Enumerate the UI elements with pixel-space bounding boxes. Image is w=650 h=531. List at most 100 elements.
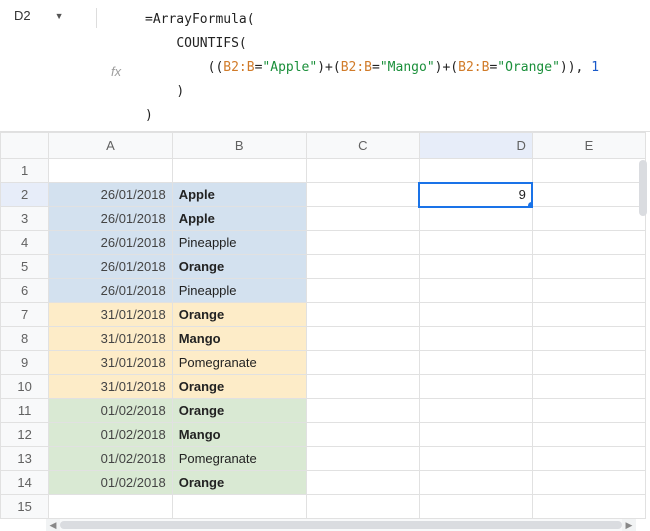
cell[interactable] — [532, 159, 645, 183]
cell[interactable] — [419, 447, 532, 471]
row-header[interactable]: 3 — [1, 207, 49, 231]
cell[interactable]: 01/02/2018 — [49, 471, 173, 495]
cell[interactable] — [419, 255, 532, 279]
cell[interactable]: 31/01/2018 — [49, 327, 173, 351]
cell[interactable] — [419, 303, 532, 327]
scroll-left-icon[interactable]: ◀ — [46, 519, 60, 531]
formula-input[interactable]: fx =ArrayFormula( COUNTIFS( ((B2:B="Appl… — [97, 4, 650, 128]
cell[interactable] — [532, 351, 645, 375]
cell[interactable] — [419, 159, 532, 183]
cell[interactable] — [306, 447, 419, 471]
cell[interactable] — [532, 423, 645, 447]
horizontal-scrollbar[interactable]: ◀ ▶ — [46, 519, 636, 531]
cell[interactable] — [306, 255, 419, 279]
cell[interactable] — [306, 231, 419, 255]
cell[interactable] — [419, 399, 532, 423]
cell[interactable]: Pomegranate — [172, 447, 306, 471]
scroll-thumb[interactable] — [639, 160, 647, 216]
cell[interactable] — [172, 159, 306, 183]
cell[interactable] — [532, 255, 645, 279]
cell[interactable]: 26/01/2018 — [49, 279, 173, 303]
col-header-A[interactable]: A — [49, 133, 173, 159]
row-header[interactable]: 5 — [1, 255, 49, 279]
cell[interactable] — [306, 351, 419, 375]
cell[interactable]: Orange — [172, 303, 306, 327]
col-header-E[interactable]: E — [532, 133, 645, 159]
cell[interactable]: Orange — [172, 399, 306, 423]
cell[interactable] — [419, 207, 532, 231]
cell[interactable]: 31/01/2018 — [49, 375, 173, 399]
cell[interactable] — [532, 471, 645, 495]
cell[interactable]: 26/01/2018 — [49, 207, 173, 231]
select-all-corner[interactable] — [1, 133, 49, 159]
cell[interactable] — [419, 495, 532, 519]
cell[interactable] — [306, 375, 419, 399]
cell[interactable]: Orange — [172, 471, 306, 495]
cell[interactable]: Apple — [172, 207, 306, 231]
cell[interactable] — [306, 303, 419, 327]
row-header[interactable]: 1 — [1, 159, 49, 183]
cell[interactable] — [419, 423, 532, 447]
scroll-thumb[interactable] — [60, 521, 622, 529]
cell[interactable]: 01/02/2018 — [49, 399, 173, 423]
chevron-down-icon[interactable]: ▼ — [55, 11, 64, 21]
cell[interactable] — [419, 279, 532, 303]
cell[interactable]: Apple — [172, 183, 306, 207]
cell[interactable]: Orange — [172, 255, 306, 279]
cell[interactable]: 31/01/2018 — [49, 303, 173, 327]
row-header[interactable]: 9 — [1, 351, 49, 375]
row-header[interactable]: 2 — [1, 183, 49, 207]
cell[interactable] — [306, 279, 419, 303]
row-header[interactable]: 6 — [1, 279, 49, 303]
cell[interactable]: Pineapple — [172, 279, 306, 303]
row-header[interactable]: 4 — [1, 231, 49, 255]
cell[interactable] — [49, 159, 173, 183]
sheet-grid[interactable]: A B C D E 1226/01/2018Apple9326/01/2018A… — [0, 132, 646, 519]
cell[interactable] — [532, 327, 645, 351]
cell[interactable] — [532, 231, 645, 255]
cell[interactable] — [532, 207, 645, 231]
col-header-C[interactable]: C — [306, 133, 419, 159]
cell[interactable]: 26/01/2018 — [49, 231, 173, 255]
col-header-B[interactable]: B — [172, 133, 306, 159]
cell[interactable] — [49, 495, 173, 519]
cell[interactable]: 31/01/2018 — [49, 351, 173, 375]
cell[interactable] — [306, 495, 419, 519]
cell[interactable] — [419, 351, 532, 375]
cell[interactable] — [306, 327, 419, 351]
row-header[interactable]: 14 — [1, 471, 49, 495]
cell[interactable]: 26/01/2018 — [49, 183, 173, 207]
cell[interactable] — [532, 375, 645, 399]
cell[interactable] — [419, 327, 532, 351]
cell[interactable] — [532, 303, 645, 327]
cell[interactable] — [306, 399, 419, 423]
cell[interactable] — [532, 183, 645, 207]
cell[interactable] — [306, 183, 419, 207]
vertical-scrollbar[interactable] — [636, 158, 650, 531]
cell[interactable]: Mango — [172, 327, 306, 351]
row-header[interactable]: 7 — [1, 303, 49, 327]
row-header[interactable]: 10 — [1, 375, 49, 399]
cell[interactable] — [532, 279, 645, 303]
col-header-D[interactable]: D — [419, 133, 532, 159]
cell[interactable] — [306, 423, 419, 447]
cell[interactable]: Pomegranate — [172, 351, 306, 375]
cell[interactable] — [306, 159, 419, 183]
row-header[interactable]: 15 — [1, 495, 49, 519]
cell[interactable] — [532, 495, 645, 519]
cell[interactable] — [419, 471, 532, 495]
cell[interactable] — [419, 375, 532, 399]
cell[interactable] — [532, 447, 645, 471]
cell[interactable]: 01/02/2018 — [49, 423, 173, 447]
row-header[interactable]: 12 — [1, 423, 49, 447]
name-box[interactable]: D2 ▼ — [0, 4, 96, 23]
scroll-right-icon[interactable]: ▶ — [622, 519, 636, 531]
cell[interactable]: Orange — [172, 375, 306, 399]
row-header[interactable]: 8 — [1, 327, 49, 351]
cell[interactable]: 9 — [419, 183, 532, 207]
cell[interactable] — [532, 399, 645, 423]
cell[interactable] — [419, 231, 532, 255]
cell[interactable] — [306, 471, 419, 495]
cell[interactable] — [306, 207, 419, 231]
cell[interactable]: 01/02/2018 — [49, 447, 173, 471]
